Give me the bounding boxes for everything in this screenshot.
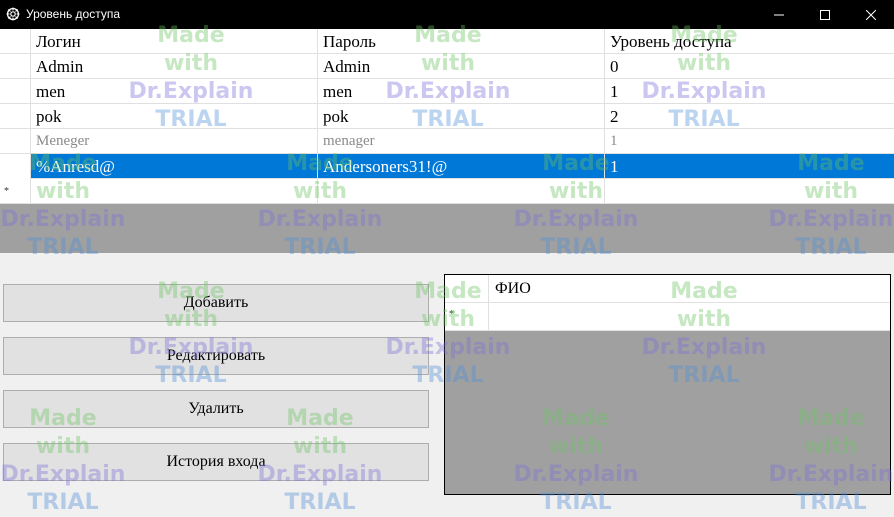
password-cell[interactable]: pok (318, 104, 605, 129)
column-header-access-level[interactable]: Уровень доступа (605, 29, 894, 54)
access-level-cell[interactable]: 1 (605, 154, 894, 179)
password-cell[interactable]: menager (318, 129, 605, 154)
row-header[interactable]: * (0, 179, 31, 204)
title-bar: Уровень доступа (0, 0, 894, 29)
row-header-corner (445, 275, 489, 303)
table-row[interactable]: men men 1 (0, 79, 894, 104)
maximize-icon (820, 9, 830, 20)
edit-button[interactable]: Редактировать (3, 337, 429, 375)
column-header-fio[interactable]: ФИО (495, 275, 531, 303)
column-header-login[interactable]: Логин (31, 29, 318, 54)
users-grid[interactable]: Логин Пароль Уровень доступа Admin Admin… (0, 29, 894, 253)
password-cell[interactable]: men (318, 79, 605, 104)
window-title: Уровень доступа (26, 7, 121, 21)
login-cell[interactable]: %Anresd@ (31, 154, 318, 179)
table-row[interactable]: Admin Admin 0 (0, 54, 894, 79)
row-header[interactable] (0, 54, 31, 79)
column-header-password[interactable]: Пароль (318, 29, 605, 54)
close-button[interactable] (848, 0, 894, 29)
access-level-cell[interactable]: 1 (605, 79, 894, 104)
access-level-cell[interactable]: 0 (605, 54, 894, 79)
login-cell[interactable]: pok (31, 104, 318, 129)
access-level-cell[interactable] (605, 179, 894, 204)
row-header-corner (0, 29, 31, 54)
delete-button[interactable]: Удалить (3, 390, 429, 428)
close-icon (866, 9, 876, 20)
password-cell[interactable] (318, 179, 605, 204)
login-cell[interactable]: Meneger (31, 129, 318, 154)
new-row[interactable]: * (0, 179, 894, 204)
password-cell[interactable]: Admin (318, 54, 605, 79)
gear-icon (6, 7, 20, 21)
table-row-selected[interactable]: %Anresd@ Andersoners31!@ 1 (0, 154, 894, 179)
new-row[interactable]: * (445, 303, 890, 331)
access-level-cell[interactable]: 2 (605, 104, 894, 129)
minimize-icon (774, 14, 784, 15)
fio-grid[interactable]: ФИО * (444, 274, 891, 495)
row-header[interactable]: * (445, 303, 489, 331)
login-cell[interactable]: men (31, 79, 318, 104)
maximize-button[interactable] (802, 0, 848, 29)
fio-header-row: ФИО (445, 275, 890, 303)
add-button[interactable]: Добавить (3, 284, 429, 322)
minimize-button[interactable] (756, 0, 802, 29)
access-level-cell[interactable]: 1 (605, 129, 894, 154)
login-history-button[interactable]: История входа (3, 443, 429, 481)
row-header[interactable] (0, 129, 31, 154)
row-header[interactable] (0, 154, 31, 179)
grid-header-row: Логин Пароль Уровень доступа (0, 29, 894, 54)
new-row-marker: * (4, 186, 9, 197)
table-row[interactable]: Meneger menager 1 (0, 129, 894, 154)
login-cell[interactable] (31, 179, 318, 204)
row-header[interactable] (0, 79, 31, 104)
password-cell[interactable]: Andersoners31!@ (318, 154, 605, 179)
table-row[interactable]: pok pok 2 (0, 104, 894, 129)
login-cell[interactable]: Admin (31, 54, 318, 79)
new-row-marker: * (449, 309, 454, 320)
row-header[interactable] (0, 104, 31, 129)
